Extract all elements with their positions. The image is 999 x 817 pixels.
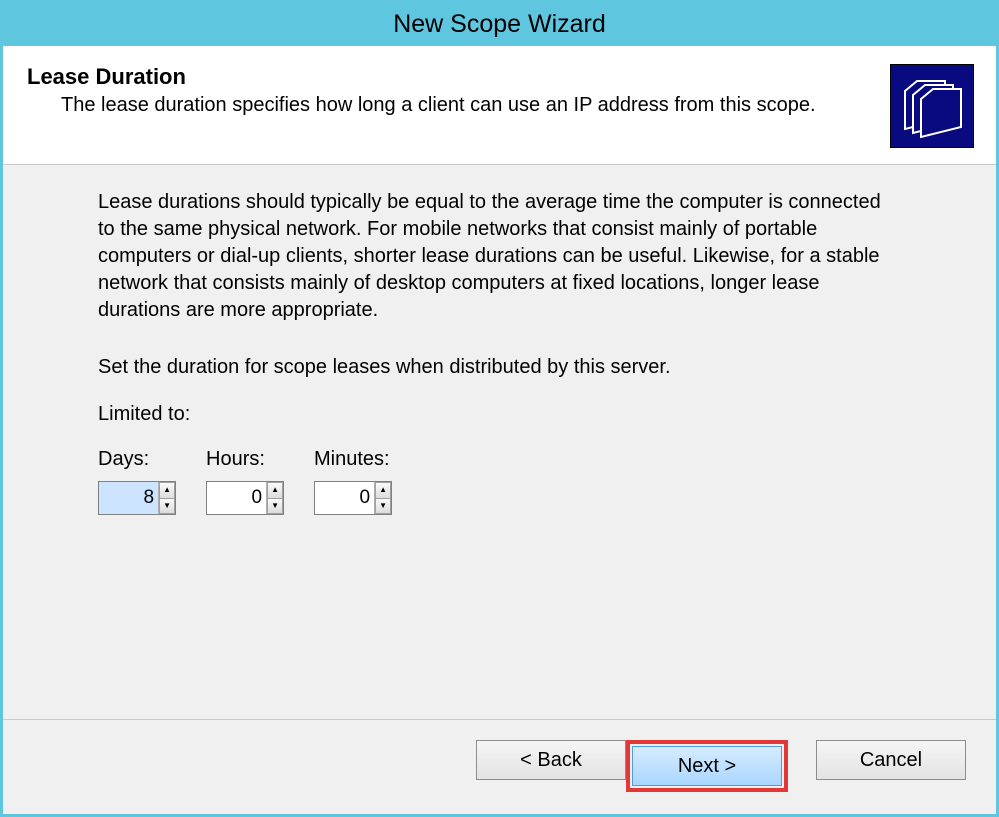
- minutes-input[interactable]: [315, 482, 374, 514]
- description-paragraph-2: Set the duration for scope leases when d…: [98, 354, 898, 381]
- hours-input[interactable]: [207, 482, 266, 514]
- days-up-button[interactable]: ▲: [159, 482, 175, 498]
- minutes-label: Minutes:: [314, 446, 392, 473]
- window-title: New Scope Wizard: [393, 10, 606, 39]
- days-down-button[interactable]: ▼: [159, 498, 175, 515]
- hours-group: Hours: ▲ ▼: [206, 446, 284, 515]
- minutes-group: Minutes: ▲ ▼: [314, 446, 392, 515]
- client-area: Lease Duration The lease duration specif…: [3, 45, 996, 814]
- back-next-group: < Back Next >: [476, 740, 788, 792]
- duration-spinners: Days: ▲ ▼ Hours: ▲: [98, 446, 956, 515]
- hours-spinner: ▲ ▼: [206, 481, 284, 515]
- days-spin-buttons: ▲ ▼: [158, 482, 175, 514]
- hours-label: Hours:: [206, 446, 284, 473]
- wizard-footer: < Back Next > Cancel: [3, 719, 996, 814]
- hours-up-button[interactable]: ▲: [267, 482, 283, 498]
- hours-spin-buttons: ▲ ▼: [266, 482, 283, 514]
- days-spinner: ▲ ▼: [98, 481, 176, 515]
- minutes-spinner: ▲ ▼: [314, 481, 392, 515]
- days-input[interactable]: [99, 482, 158, 514]
- content-area: Lease durations should typically be equa…: [3, 165, 996, 719]
- next-button[interactable]: Next >: [632, 746, 782, 786]
- page-subtitle: The lease duration specifies how long a …: [61, 94, 880, 117]
- minutes-down-button[interactable]: ▼: [375, 498, 391, 515]
- wizard-window: New Scope Wizard Lease Duration The leas…: [0, 0, 999, 817]
- wizard-header: Lease Duration The lease duration specif…: [3, 46, 996, 165]
- page-title: Lease Duration: [27, 64, 880, 90]
- title-bar: New Scope Wizard: [3, 3, 996, 45]
- limited-to-label: Limited to:: [98, 401, 956, 428]
- days-label: Days:: [98, 446, 176, 473]
- header-text: Lease Duration The lease duration specif…: [25, 64, 880, 117]
- hours-down-button[interactable]: ▼: [267, 498, 283, 515]
- next-highlight: Next >: [626, 740, 788, 792]
- minutes-up-button[interactable]: ▲: [375, 482, 391, 498]
- folder-icon: [890, 64, 974, 148]
- description-paragraph-1: Lease durations should typically be equa…: [98, 189, 898, 324]
- back-button[interactable]: < Back: [476, 740, 626, 780]
- days-group: Days: ▲ ▼: [98, 446, 176, 515]
- minutes-spin-buttons: ▲ ▼: [374, 482, 391, 514]
- cancel-button[interactable]: Cancel: [816, 740, 966, 780]
